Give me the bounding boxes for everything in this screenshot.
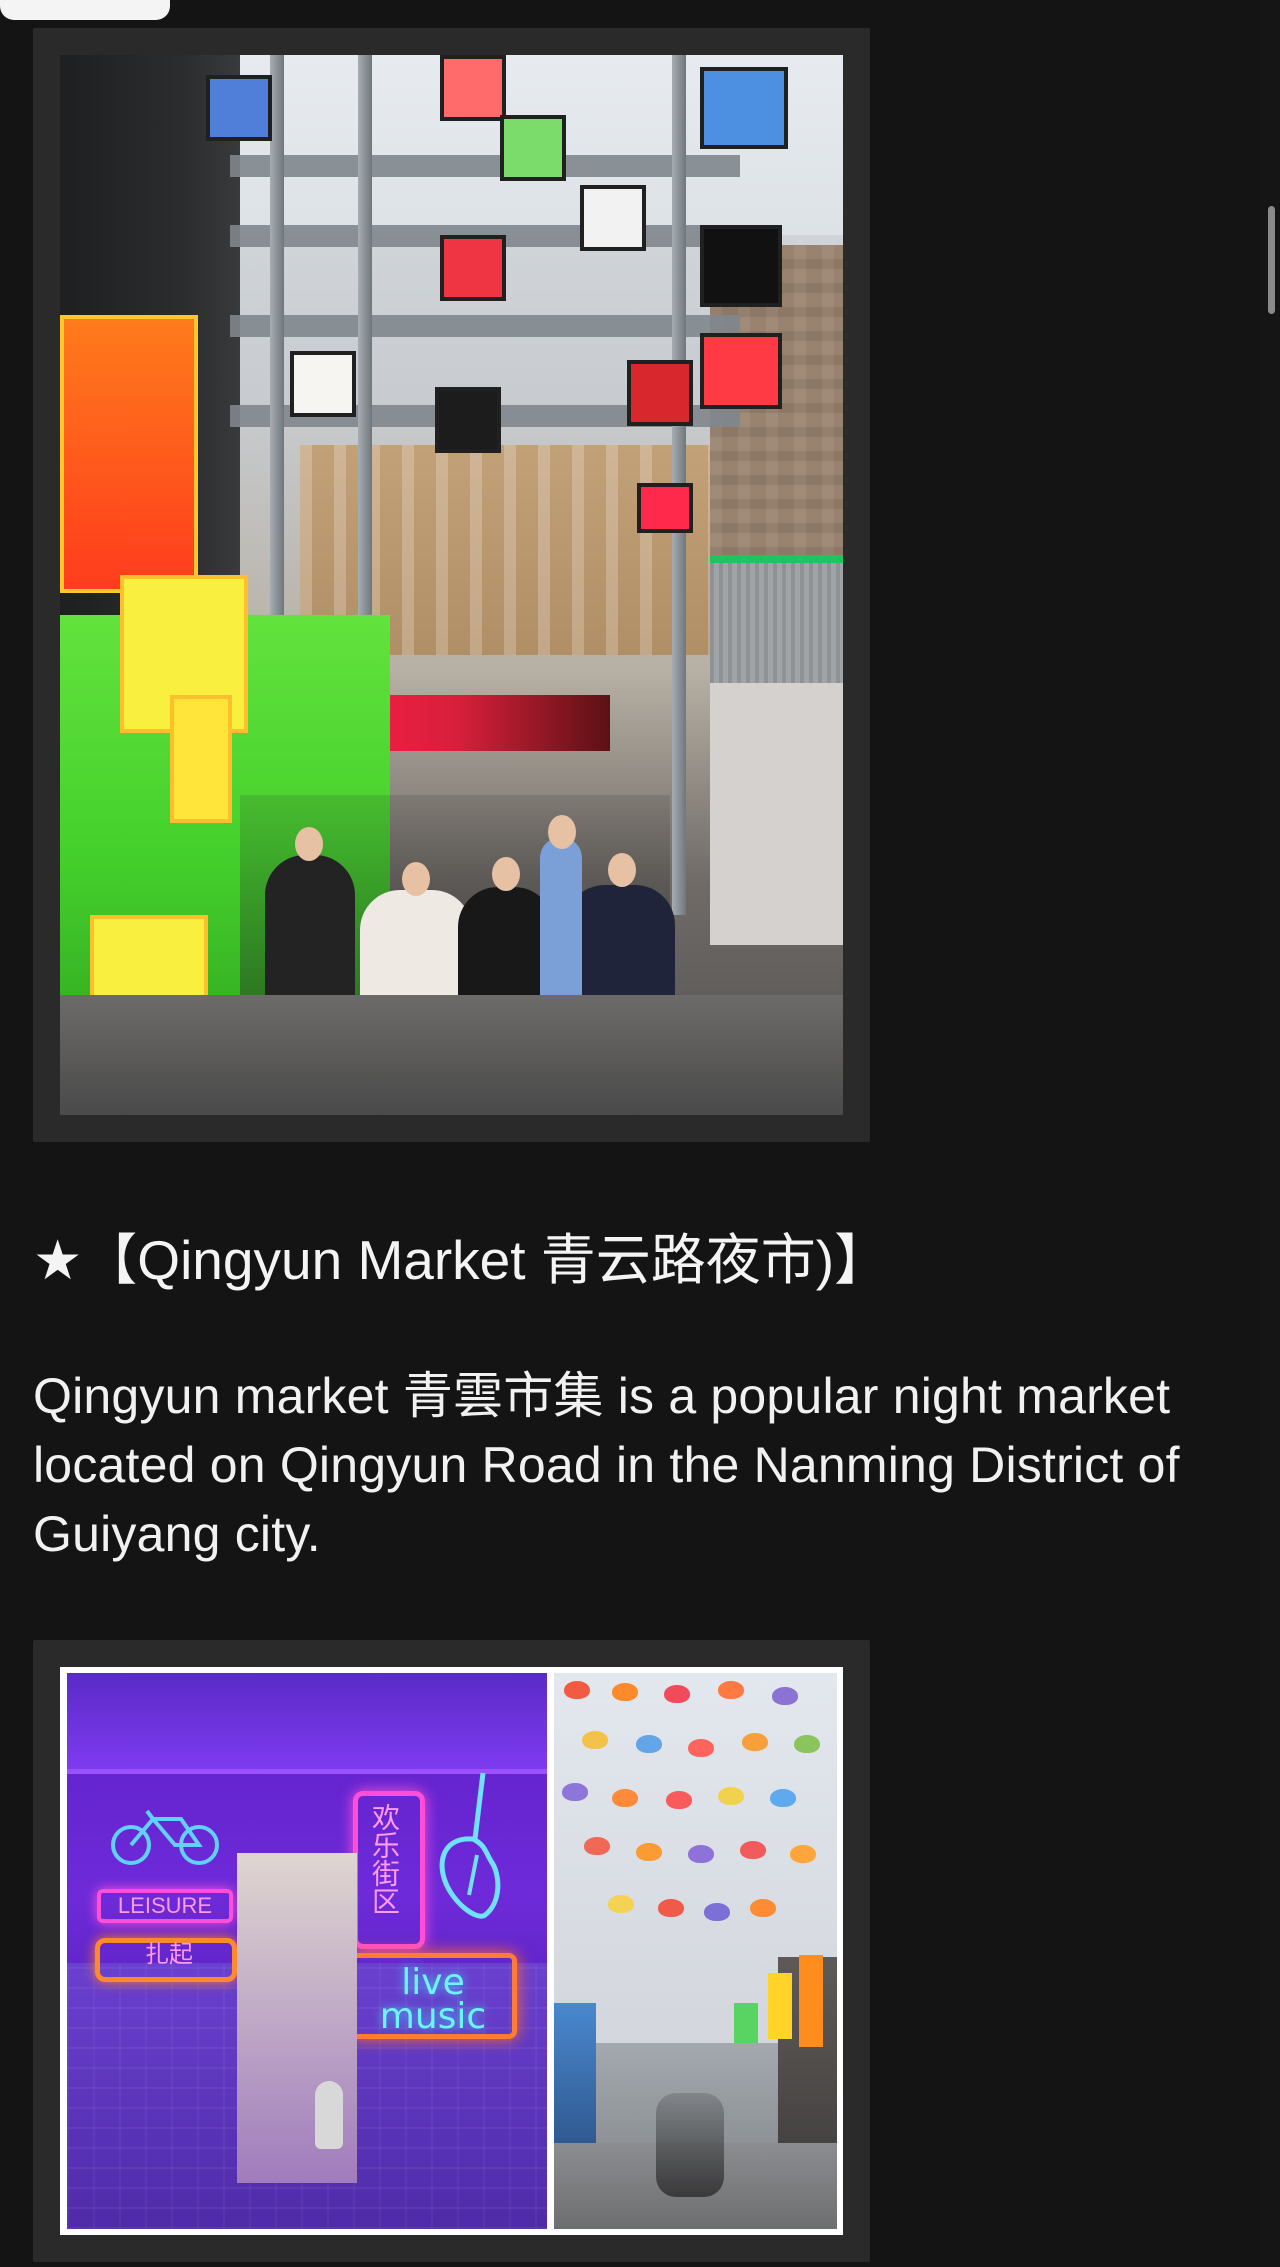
- sign-qingyun-dark: [435, 387, 501, 453]
- street-crowd: [656, 2093, 724, 2197]
- sign-white: [290, 351, 356, 417]
- lantern-4: [718, 1681, 744, 1699]
- lantern-street-photo: [554, 1673, 837, 2229]
- page-scrollbar-thumb[interactable]: [1268, 206, 1275, 314]
- green-sign-1: [734, 2003, 758, 2043]
- person-head-4: [608, 853, 636, 887]
- collage-photo: LEISURE 扎起 欢乐街区 live music: [60, 1667, 843, 2235]
- sign-globe: [580, 185, 646, 251]
- bike-neon-icon: [111, 1809, 219, 1865]
- person-head-2: [402, 862, 430, 896]
- lantern-20: [790, 1845, 816, 1863]
- grey-container: [710, 555, 843, 683]
- frame-beam-1: [230, 155, 740, 177]
- section-title: ★【Qingyun Market 青云路夜市)】: [33, 1229, 890, 1291]
- guitar-neon-icon: [439, 1772, 501, 1919]
- sign-red-mid: [627, 360, 693, 426]
- lantern-15: [770, 1789, 796, 1807]
- sign-red-right: [700, 333, 782, 409]
- lantern-23: [704, 1903, 730, 1921]
- street-ground: [60, 995, 843, 1115]
- leisure-sign: LEISURE: [97, 1889, 233, 1923]
- lantern-8: [688, 1739, 714, 1757]
- photo-card-1: [33, 28, 870, 1142]
- yellow-sign-1: [768, 1973, 792, 2039]
- lantern-13: [666, 1791, 692, 1809]
- lantern-17: [636, 1843, 662, 1861]
- sign-red-top: [440, 55, 506, 121]
- sign-cup: [440, 235, 506, 301]
- lantern-7: [636, 1735, 662, 1753]
- frame-beam-3: [230, 315, 740, 337]
- sign-green: [500, 115, 566, 181]
- lantern-9: [742, 1733, 768, 1751]
- section-paragraph: Qingyun market 青雲市集 is a popular night m…: [33, 1368, 1180, 1562]
- background-person: [315, 2081, 343, 2149]
- vertical-neon-text: 欢乐街区: [368, 1803, 401, 1915]
- orange-sign-1: [799, 1955, 823, 2047]
- lantern-6: [582, 1731, 608, 1749]
- lantern-12: [612, 1789, 638, 1807]
- sign-blue-1: [206, 75, 272, 141]
- white-shop: [710, 683, 843, 945]
- lantern-18: [688, 1845, 714, 1863]
- lantern-10: [794, 1735, 820, 1753]
- lantern-3: [664, 1685, 690, 1703]
- lantern-1: [564, 1681, 590, 1699]
- top-tab: [0, 0, 170, 20]
- lantern-14: [718, 1787, 744, 1805]
- left-neon-text: 扎起: [145, 1940, 193, 1968]
- live-music-sign: live music: [349, 1953, 517, 2039]
- person-head-5: [548, 815, 576, 849]
- lantern-11: [562, 1783, 588, 1801]
- ceiling-panel: [67, 1673, 547, 1774]
- street-photo: [60, 55, 843, 1115]
- orange-ad-sign: [60, 315, 198, 593]
- person-head-1: [295, 827, 323, 861]
- person-head-3: [492, 857, 520, 891]
- lantern-19: [740, 1841, 766, 1859]
- neon-corridor-photo: LEISURE 扎起 欢乐街区 live music: [67, 1673, 547, 2229]
- lantern-24: [750, 1899, 776, 1917]
- sign-party-king: [700, 225, 782, 307]
- sign-blue-right: [700, 67, 788, 149]
- lantern-5: [772, 1687, 798, 1705]
- photo-card-2: LEISURE 扎起 欢乐街区 live music: [33, 1640, 870, 2262]
- lantern-2: [612, 1683, 638, 1701]
- page-scrollbar-track[interactable]: [1262, 0, 1280, 2267]
- person-5: [540, 837, 582, 1007]
- lantern-22: [658, 1899, 684, 1917]
- lantern-21: [608, 1895, 634, 1913]
- sign-a: [637, 483, 693, 533]
- small-neon-sign: [170, 695, 232, 823]
- lantern-16: [584, 1837, 610, 1855]
